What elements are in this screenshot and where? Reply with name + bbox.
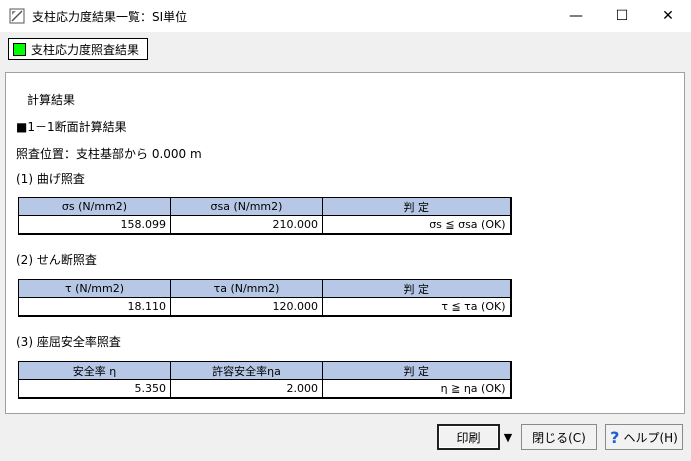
- print-button[interactable]: 印刷: [437, 424, 500, 450]
- buckling-title: (3) 座屈安全率照査: [16, 335, 121, 349]
- bending-title: (1) 曲げ照査: [16, 172, 85, 186]
- print-dropdown-button[interactable]: ▼: [501, 424, 515, 450]
- table-row: 5.350 2.000 η ≧ ηa (OK): [18, 379, 511, 399]
- tab-area: 支柱応力度照査結果: [0, 32, 691, 72]
- maximize-button[interactable]: ☐: [599, 0, 645, 32]
- table-header: 判 定: [322, 197, 511, 216]
- close-window-button[interactable]: ✕: [645, 0, 691, 32]
- window-title: 支柱応力度結果一覧：SI単位: [32, 10, 188, 24]
- table-cell: 120.000: [170, 297, 323, 317]
- tab-label: 支柱応力度照査結果: [31, 42, 140, 57]
- tab-stress-check[interactable]: 支柱応力度照査結果: [8, 38, 149, 60]
- help-icon: ?: [610, 427, 620, 447]
- results-panel: 計算結果 ■1－1断面計算結果 照査位置：支柱基部から 0.000 m (1) …: [5, 72, 685, 414]
- help-button[interactable]: ? ヘルプ(H): [605, 424, 683, 450]
- table-row: 18.110 120.000 τ ≦ τa (OK): [18, 297, 511, 317]
- table-cell: 210.000: [170, 215, 323, 235]
- position-label: 照査位置：支柱基部から 0.000 m: [16, 147, 202, 161]
- shear-title: (2) せん断照査: [16, 253, 97, 267]
- heading: 計算結果: [27, 93, 76, 107]
- close-button[interactable]: 閉じる(C): [521, 424, 597, 450]
- section-title: ■1－1断面計算結果: [16, 120, 127, 134]
- app-icon: [9, 8, 25, 24]
- table-header: 許容安全率ηa: [170, 361, 323, 380]
- table-cell: 5.350: [18, 379, 171, 399]
- table-header: 判 定: [322, 361, 511, 380]
- green-square-icon: [13, 42, 26, 56]
- help-label: ヘルプ(H): [623, 430, 678, 445]
- buckling-table: 安全率 η 許容安全率ηa 判 定 5.350 2.000 η ≧ ηa (OK…: [18, 361, 512, 399]
- table-cell: 2.000: [170, 379, 323, 399]
- table-row: 158.099 210.000 σs ≦ σsa (OK): [18, 215, 511, 235]
- bending-table: σs (N/mm2) σsa (N/mm2) 判 定 158.099 210.0…: [18, 197, 512, 235]
- table-cell: 158.099: [18, 215, 171, 235]
- button-bar: 印刷 ▼ 閉じる(C) ? ヘルプ(H): [0, 414, 691, 461]
- table-header: τa (N/mm2): [170, 279, 323, 298]
- title-bar: 支柱応力度結果一覧：SI単位 — ☐ ✕: [0, 0, 691, 32]
- table-cell: σs ≦ σsa (OK): [322, 215, 511, 235]
- table-cell: τ ≦ τa (OK): [322, 297, 511, 317]
- table-header: σs (N/mm2): [18, 197, 171, 216]
- minimize-button[interactable]: —: [553, 0, 599, 32]
- table-header: σsa (N/mm2): [170, 197, 323, 216]
- table-header: 判 定: [322, 279, 511, 298]
- shear-table: τ (N/mm2) τa (N/mm2) 判 定 18.110 120.000 …: [18, 279, 512, 317]
- table-header: τ (N/mm2): [18, 279, 171, 298]
- table-cell: 18.110: [18, 297, 171, 317]
- table-cell: η ≧ ηa (OK): [322, 379, 511, 399]
- table-header: 安全率 η: [18, 361, 171, 380]
